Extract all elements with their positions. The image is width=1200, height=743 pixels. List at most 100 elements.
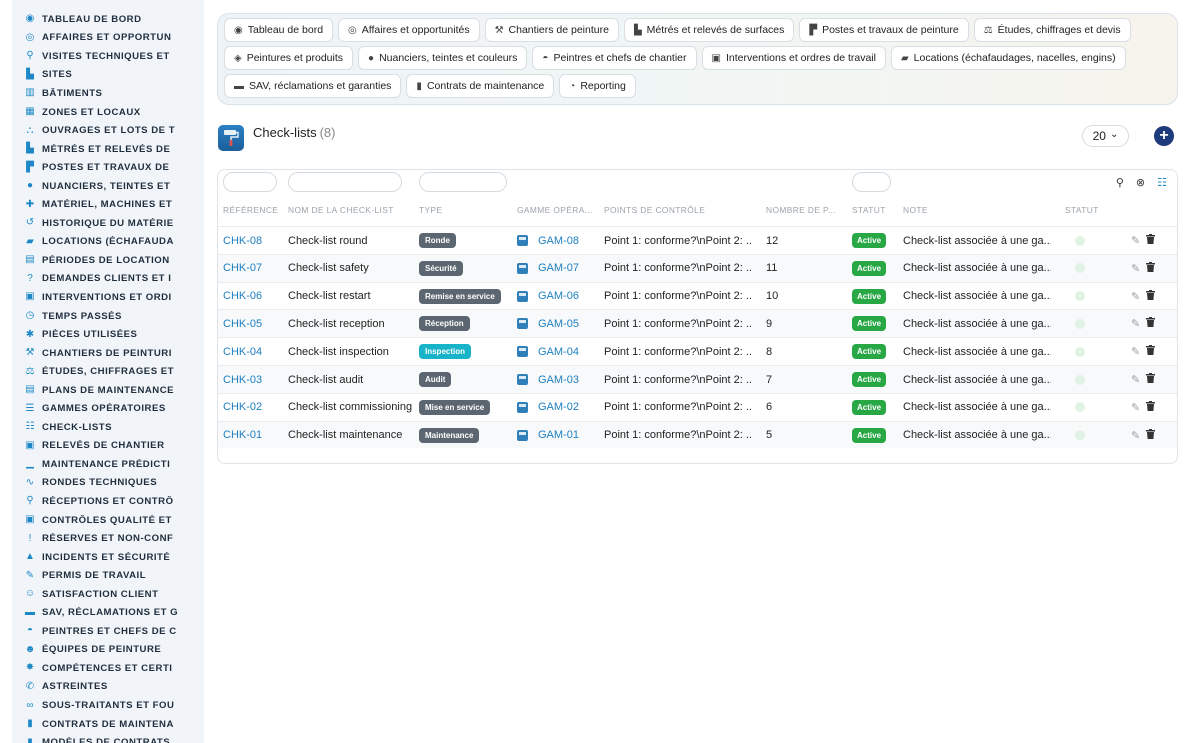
sidebar-item[interactable]: ● NUANCIERS, TEINTES ET [12,177,204,196]
sidebar-item[interactable]: ✸ COMPÉTENCES ET CERTI [12,659,204,678]
table-row[interactable]: CHK-06 Check-list restart Remise en serv… [218,281,1177,310]
filter-type-input[interactable] [419,172,507,192]
gamme-link[interactable]: GAM-08 [538,235,579,247]
reference-link[interactable]: CHK-06 [223,283,285,310]
sidebar-item[interactable]: ▙ MÉTRÉS ET RELEVÉS DE [12,140,204,159]
sidebar-item[interactable]: ▣ INTERVENTIONS ET ORDI [12,288,204,307]
reference-link[interactable]: CHK-01 [223,422,285,449]
sidebar-item[interactable]: ▁ MAINTENANCE PRÉDICTI [12,455,204,474]
nav-button[interactable]: ▬ SAV, réclamations et garanties [224,74,402,98]
nav-button[interactable]: ▛ Postes et travaux de peinture [799,18,969,42]
sidebar-item[interactable]: ⚲ VISITES TECHNIQUES ET [12,47,204,66]
sidebar-item[interactable]: ! RÉSERVES ET NON-CONF [12,529,204,548]
nav-button[interactable]: ◉ Tableau de bord [224,18,334,42]
columns-icon[interactable]: ☷ [1157,176,1167,189]
gamme-link[interactable]: GAM-04 [538,346,579,358]
filter-name-input[interactable] [288,172,402,192]
sidebar-item[interactable]: ◎ AFFAIRES ET OPPORTUN [12,29,204,48]
column-header[interactable]: NOM DE LA CHECK-LIST [288,205,413,215]
reference-link[interactable]: CHK-05 [223,310,285,337]
nav-button[interactable]: ▣ Interventions et ordres de travail [701,46,886,70]
sidebar-item[interactable]: ◓ PEINTRES ET CHEFS DE C [12,622,204,641]
page-size-select[interactable]: 20 ⌄ [1082,125,1129,147]
trash-icon[interactable] [1146,400,1156,414]
sidebar-item[interactable]: ✆ ASTREINTES [12,678,204,697]
pencil-icon[interactable]: ✎ [1131,234,1140,247]
sidebar-item[interactable]: ▥ BÂTIMENTS [12,84,204,103]
sidebar-item[interactable]: ☻ ÉQUIPES DE PEINTURE [12,641,204,660]
filter-status-input[interactable] [852,172,891,192]
table-row[interactable]: CHK-01 Check-list maintenance Maintenanc… [218,420,1177,449]
column-header[interactable]: STATUT [1065,205,1125,215]
gamme-link[interactable]: GAM-05 [538,318,579,330]
sidebar-item[interactable]: ✱ PIÈCES UTILISÉES [12,325,204,344]
trash-icon[interactable] [1146,373,1156,386]
sidebar-item[interactable]: ▮ MODÈLES DE CONTRATS [12,733,204,743]
trash-icon[interactable] [1146,345,1156,358]
nav-button[interactable]: ⚖ Études, chiffrages et devis [973,18,1131,42]
sidebar-item[interactable]: ▣ CONTRÔLES QUALITÉ ET [12,511,204,530]
sidebar-item[interactable]: ▰ LOCATIONS (ÉCHAFAUDA [12,233,204,252]
sidebar-item[interactable]: ∞ SOUS-TRAITANTS ET FOU [12,696,204,715]
pencil-icon[interactable]: ✎ [1131,345,1140,358]
column-header[interactable]: RÉFÉRENCE [223,205,283,215]
gamme-link[interactable]: GAM-01 [538,429,579,441]
gamme-link[interactable]: GAM-03 [538,374,579,386]
sidebar-item[interactable]: ▬ SAV, RÉCLAMATIONS ET G [12,604,204,623]
nav-button[interactable]: ◓ Peintres et chefs de chantier [532,46,697,70]
add-button[interactable]: + [1154,126,1174,146]
sidebar-item[interactable]: ⚒ CHANTIERS DE PEINTURI [12,344,204,363]
sidebar-item[interactable]: ◉ TABLEAU DE BORD [12,10,204,29]
table-row[interactable]: CHK-03 Check-list audit Audit GAM-03 Poi… [218,365,1177,393]
gamme-link[interactable]: GAM-07 [538,262,579,274]
sidebar-item[interactable]: ? DEMANDES CLIENTS ET I [12,270,204,289]
sidebar-item[interactable]: ▦ ZONES ET LOCAUX [12,103,204,122]
gamme-link[interactable]: GAM-02 [538,401,579,413]
reference-link[interactable]: CHK-03 [223,366,285,393]
sidebar-item[interactable]: ☺ SATISFACTION CLIENT [12,585,204,604]
table-row[interactable]: CHK-07 Check-list safety Sécurité GAM-07… [218,253,1177,282]
nav-button[interactable]: ◔ Reporting [559,74,636,98]
nav-button[interactable]: ◈ Peintures et produits [224,46,354,70]
table-row[interactable]: CHK-08 Check-list round Ronde GAM-08 Poi… [218,226,1177,254]
nav-button[interactable]: ▮ Contrats de maintenance [406,74,555,98]
reference-link[interactable]: CHK-04 [223,338,285,365]
filter-reference-input[interactable] [223,172,277,192]
search-icon[interactable]: ⚲ [1116,176,1124,189]
table-row[interactable]: CHK-02 Check-list commissioning Mise en … [218,392,1177,421]
table-row[interactable]: CHK-05 Check-list reception Réception GA… [218,309,1177,338]
pencil-icon[interactable]: ✎ [1131,429,1140,442]
sidebar-item[interactable]: ▛ POSTES ET TRAVAUX DE [12,158,204,177]
sidebar-item[interactable]: ✎ PERMIS DE TRAVAIL [12,566,204,585]
pencil-icon[interactable]: ✎ [1131,262,1140,275]
pencil-icon[interactable]: ✎ [1131,317,1140,330]
reference-link[interactable]: CHK-07 [223,255,285,282]
reference-link[interactable]: CHK-08 [223,227,285,254]
sidebar-item[interactable]: ↺ HISTORIQUE DU MATÉRIE [12,214,204,233]
sidebar-item[interactable]: ▤ PÉRIODES DE LOCATION [12,251,204,270]
trash-icon[interactable] [1146,234,1156,247]
sidebar-item[interactable]: ∿ RONDES TECHNIQUES [12,474,204,493]
trash-icon[interactable] [1146,289,1156,303]
column-header[interactable]: POINTS DE CONTRÔLE [604,205,759,215]
gamme-link[interactable]: GAM-06 [538,290,579,302]
sidebar-item[interactable]: ☰ GAMMES OPÉRATOIRES [12,399,204,418]
column-header[interactable]: GAMME OPÉRA... [517,205,597,215]
nav-button[interactable]: ▰ Locations (échafaudages, nacelles, engi… [890,46,1126,70]
sidebar-item[interactable]: ▣ RELEVÉS DE CHANTIER [12,437,204,456]
trash-icon[interactable] [1146,317,1156,330]
column-header[interactable]: STATUT [852,205,896,215]
sidebar-item[interactable]: ✚ MATÉRIEL, MACHINES ET [12,195,204,214]
sidebar-item[interactable]: ⚖ ÉTUDES, CHIFFRAGES ET [12,362,204,381]
sidebar-item[interactable]: ▙ SITES [12,66,204,85]
reference-link[interactable]: CHK-02 [223,394,285,421]
pencil-icon[interactable]: ✎ [1131,373,1140,386]
sidebar-item[interactable]: ◷ TEMPS PASSÉS [12,307,204,326]
trash-icon[interactable] [1146,428,1156,442]
sidebar-item[interactable]: ▤ PLANS DE MAINTENANCE [12,381,204,400]
nav-button[interactable]: ⚒ Chantiers de peinture [484,18,619,42]
trash-icon[interactable] [1146,261,1156,275]
sidebar-item[interactable]: ☷ CHECK-LISTS [12,418,204,437]
sidebar-item[interactable]: ⛬ OUVRAGES ET LOTS DE T [12,121,204,140]
pencil-icon[interactable]: ✎ [1131,290,1140,303]
